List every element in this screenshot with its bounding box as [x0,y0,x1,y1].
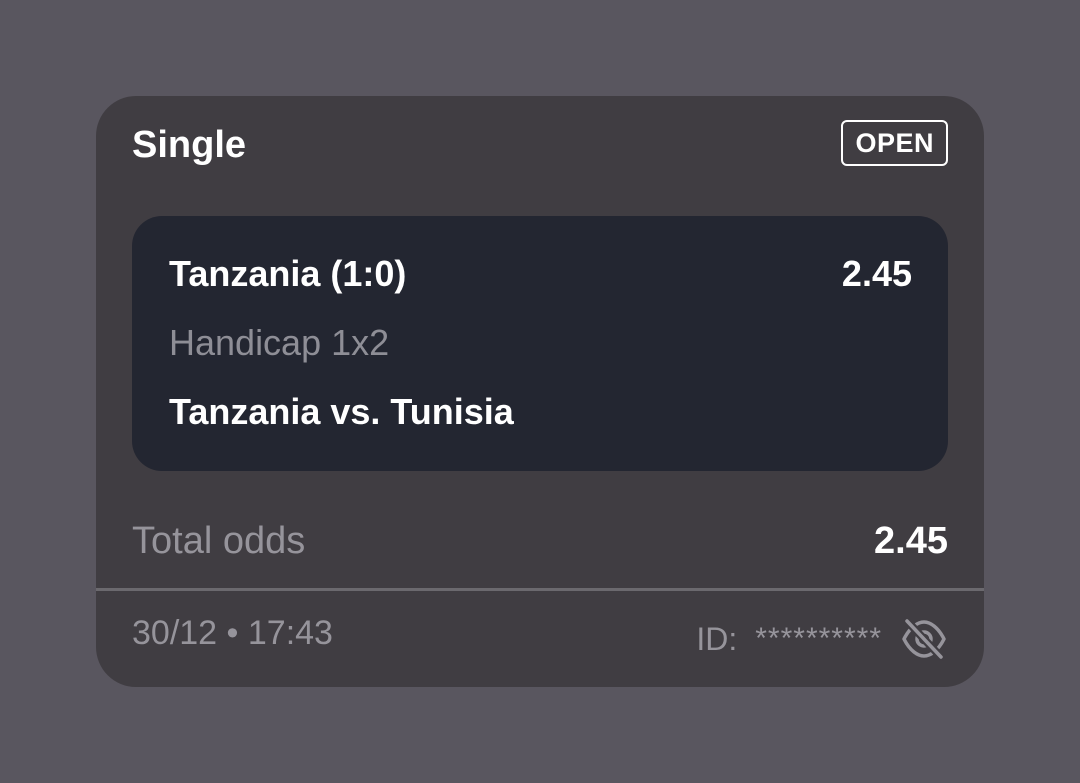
bet-id: ID: ********** [696,616,948,662]
eye-off-icon[interactable] [900,616,948,662]
selection-odds: 2.45 [841,253,912,294]
bet-card[interactable]: Single OPEN Tanzania (1:0) 2.45 Handicap… [96,96,984,687]
total-odds-value: 2.45 [874,520,948,562]
bet-timestamp: 30/12 • 17:43 [132,614,333,652]
status-badge: OPEN [841,120,948,166]
bet-type-title: Single [132,124,247,166]
selection-name: Tanzania (1:0) [169,253,407,294]
selection-card[interactable]: Tanzania (1:0) 2.45 Handicap 1x2 Tanzani… [132,216,948,471]
total-odds-label: Total odds [132,520,306,562]
bet-id-value: ********** [755,622,882,655]
market-name: Handicap 1x2 [169,322,390,363]
bet-id-label: ID: [696,621,738,657]
match-name: Tanzania vs. Tunisia [169,391,514,432]
divider [96,588,984,591]
